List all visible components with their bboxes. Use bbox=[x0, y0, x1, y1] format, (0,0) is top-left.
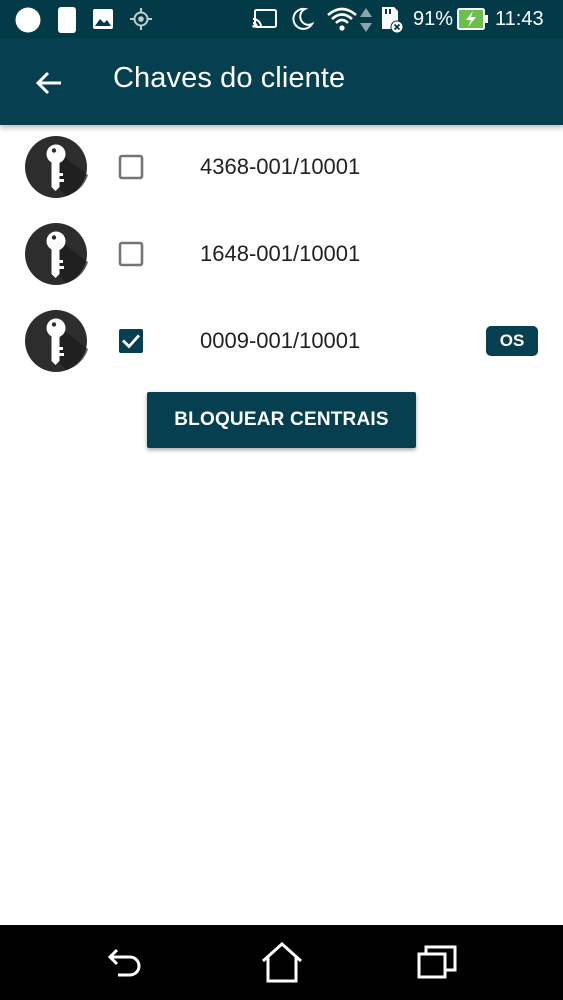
checkbox-checked[interactable] bbox=[118, 328, 144, 354]
key-code: 0009-001/10001 bbox=[200, 328, 361, 353]
clock: 11:43 bbox=[495, 8, 544, 30]
key-row[interactable]: 1648-001/10001 bbox=[0, 212, 563, 299]
nav-back-button[interactable] bbox=[102, 939, 150, 987]
bloquear-centrais-button[interactable]: BLOQUEAR CENTRAIS bbox=[147, 392, 416, 448]
notification-dot-icon bbox=[15, 7, 41, 33]
back-icon bbox=[107, 948, 141, 977]
page-title: Chaves do cliente bbox=[113, 62, 346, 94]
arrow-left-icon bbox=[35, 71, 61, 95]
home-icon bbox=[261, 941, 303, 983]
checkbox[interactable] bbox=[118, 154, 144, 180]
sd-card-icon bbox=[382, 7, 404, 34]
sim-card-icon bbox=[58, 7, 76, 33]
image-icon bbox=[93, 9, 113, 29]
key-row[interactable]: 0009-001/10001 OS bbox=[0, 299, 563, 386]
nav-recent-apps-button[interactable] bbox=[413, 939, 461, 987]
battery-percent: 91% bbox=[413, 8, 454, 30]
key-row[interactable]: 4368-001/10001 bbox=[0, 125, 563, 212]
cast-icon bbox=[252, 9, 277, 28]
moon-icon bbox=[292, 7, 314, 30]
navigation-bar bbox=[0, 925, 563, 1000]
app-bar: Chaves do cliente bbox=[0, 38, 563, 125]
key-avatar-icon bbox=[25, 136, 88, 198]
wifi-icon bbox=[327, 7, 357, 31]
key-code: 4368-001/10001 bbox=[200, 154, 361, 179]
status-bar: 91% 11:43 bbox=[0, 0, 563, 38]
key-code: 1648-001/10001 bbox=[200, 241, 361, 266]
key-avatar-icon bbox=[25, 310, 88, 372]
os-badge: OS bbox=[486, 326, 538, 356]
nav-home-button[interactable] bbox=[258, 939, 306, 987]
battery-charging-icon bbox=[457, 8, 488, 30]
back-button[interactable] bbox=[26, 60, 72, 106]
checkbox[interactable] bbox=[118, 241, 144, 267]
gps-icon bbox=[130, 8, 152, 30]
key-avatar-icon bbox=[25, 223, 88, 285]
data-arrows-icon bbox=[360, 8, 372, 32]
recent-apps-icon bbox=[417, 945, 457, 979]
